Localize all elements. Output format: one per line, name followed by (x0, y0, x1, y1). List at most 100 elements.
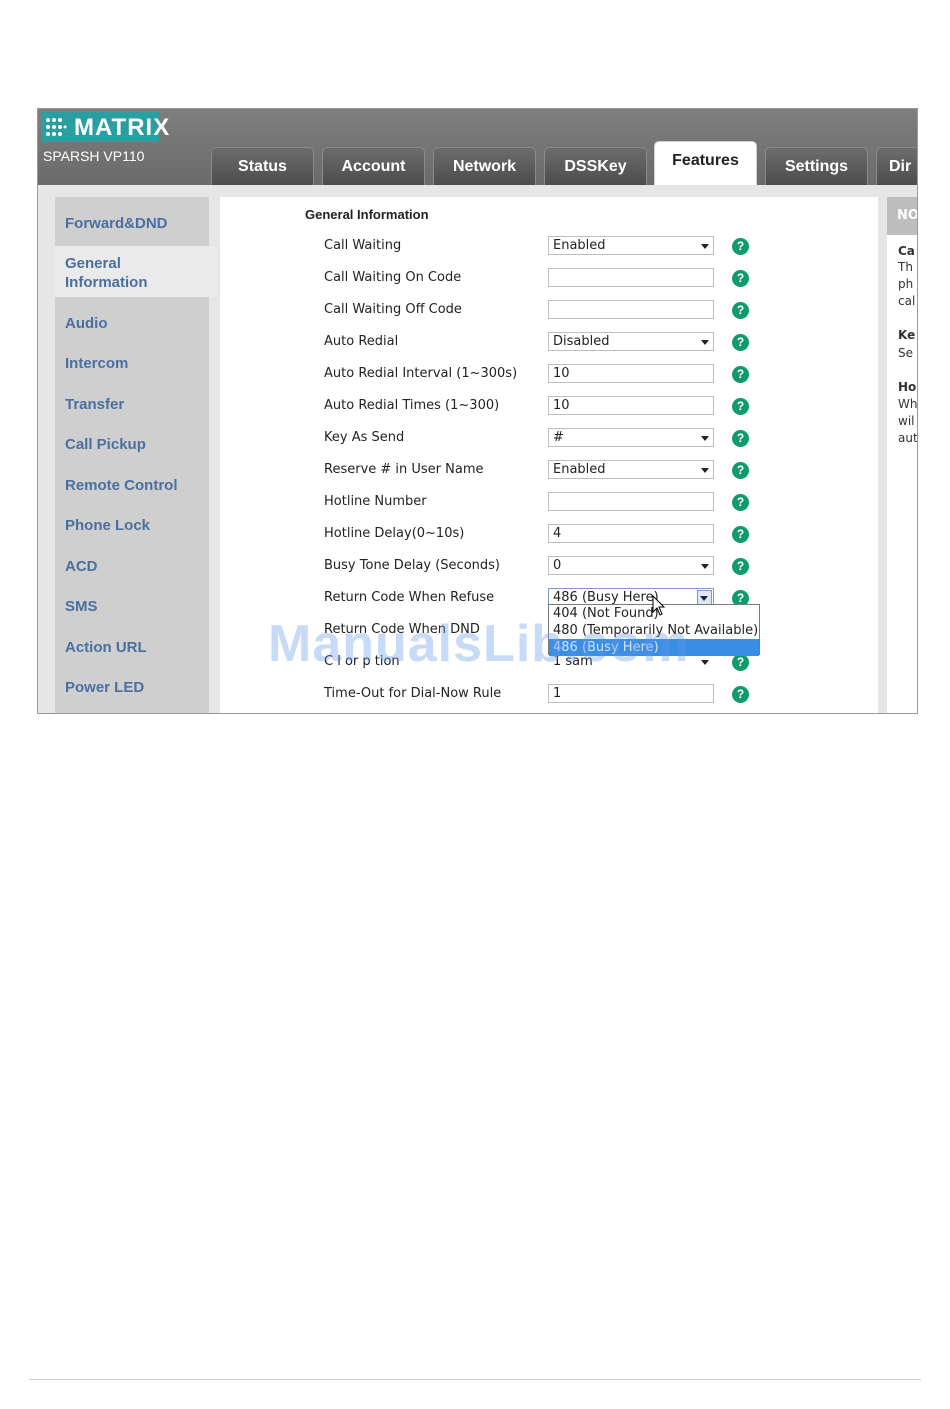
key-as-send-select[interactable]: # (548, 428, 714, 447)
note-text: Ke (898, 328, 916, 342)
auto-redial-select[interactable]: Disabled (548, 332, 714, 351)
dial-now-timeout-input[interactable]: 1 (548, 684, 714, 703)
watermark-text: ManualsLib.com (268, 615, 690, 673)
note-text: ph (898, 277, 914, 291)
auto-redial-times-input[interactable]: 10 (548, 396, 714, 415)
call-waiting-select[interactable]: Enabled (548, 236, 714, 255)
call-waiting-on-code-input[interactable] (548, 268, 714, 287)
tab-label: Network (452, 158, 517, 175)
sidebar-item-forward-dnd[interactable]: Forward&DND (65, 214, 168, 233)
sidebar-item-label-line2: Information (65, 274, 148, 291)
reserve-hash-select[interactable]: Enabled (548, 460, 714, 479)
mouse-pointer-icon (652, 595, 666, 616)
help-icon[interactable]: ? (732, 686, 749, 703)
note-text: aut (898, 431, 918, 445)
row-label: Time-Out for Dial-Now Rule (324, 686, 502, 701)
sidebar-item-sms[interactable]: SMS (65, 597, 98, 616)
row-label: Busy Tone Delay (Seconds) (324, 558, 500, 573)
row-label: Call Waiting Off Code (324, 302, 462, 317)
tab-label: Features (672, 152, 739, 169)
row-label: Call Waiting (324, 238, 402, 253)
tab-label: Settings (784, 158, 849, 175)
hotline-number-input[interactable] (548, 492, 714, 511)
sidebar-item-call-pickup[interactable]: Call Pickup (65, 435, 146, 454)
tab-label: Dir (889, 158, 912, 175)
row-label: Key As Send (324, 430, 405, 445)
logo-dots-icon (46, 118, 67, 136)
tab-label: DSSKey (564, 158, 627, 175)
chevron-down-icon (700, 596, 708, 601)
help-icon[interactable]: ? (732, 398, 749, 415)
help-icon[interactable]: ? (732, 270, 749, 287)
field-value: # (553, 430, 564, 445)
row-label: Auto Redial Times (1~300) (324, 398, 500, 413)
help-icon[interactable]: ? (732, 558, 749, 575)
note-text: Wh (898, 397, 918, 411)
chevron-down-icon (701, 244, 709, 249)
tab-directory[interactable]: Dir (876, 147, 917, 185)
note-text: Se (898, 346, 913, 360)
note-text: Ca (898, 244, 915, 258)
row-label: Auto Redial (324, 334, 399, 349)
note-text: Th (898, 260, 913, 274)
sidebar-item-phone-lock[interactable]: Phone Lock (65, 516, 150, 535)
tab-settings[interactable]: Settings (765, 147, 868, 185)
section-title: General Information (305, 207, 429, 222)
help-icon[interactable]: ? (732, 302, 749, 319)
tab-account[interactable]: Account (322, 147, 425, 185)
field-value: Enabled (553, 238, 606, 253)
tab-label: Account (341, 158, 406, 175)
field-value: Enabled (553, 462, 606, 477)
note-text: cal (898, 294, 916, 308)
sidebar-item-label: General (65, 255, 121, 272)
sidebar-item-action-url[interactable]: Action URL (65, 638, 147, 657)
chevron-down-icon (701, 436, 709, 441)
tab-dsskey[interactable]: DSSKey (544, 147, 647, 185)
sidebar-item-acd[interactable]: ACD (65, 557, 98, 576)
help-icon[interactable]: ? (732, 430, 749, 447)
note-header: NO (887, 197, 917, 235)
tab-label: Status (238, 158, 287, 175)
chevron-down-icon (701, 564, 709, 569)
row-label: Return Code When Refuse (324, 590, 495, 605)
field-value: 0 (553, 558, 562, 573)
logo-text: MATRIX (74, 114, 171, 141)
model-name: SPARSH VP110 (43, 148, 145, 164)
hotline-delay-input[interactable]: 4 (548, 524, 714, 543)
help-icon[interactable]: ? (732, 494, 749, 511)
help-icon[interactable]: ? (732, 366, 749, 383)
row-label: Hotline Delay(0~10s) (324, 526, 465, 541)
row-label: Reserve # in User Name (324, 462, 484, 477)
sidebar-item-audio[interactable]: Audio (65, 314, 108, 333)
note-panel: NO Ca Th ph cal Ke Se Ho Wh wil aut (887, 197, 918, 713)
call-waiting-off-code-input[interactable] (548, 300, 714, 319)
page-footer-rule (29, 1379, 921, 1380)
sidebar-item-general-information[interactable]: General Information (65, 254, 148, 292)
help-icon[interactable]: ? (732, 526, 749, 543)
busy-tone-delay-select[interactable]: 0 (548, 556, 714, 575)
help-icon[interactable]: ? (732, 238, 749, 255)
row-label: Call Waiting On Code (324, 270, 462, 285)
sidebar-item-power-led[interactable]: Power LED (65, 678, 144, 697)
chevron-down-icon (701, 340, 709, 345)
sidebar-item-transfer[interactable]: Transfer (65, 395, 124, 414)
note-text: wil (898, 414, 915, 428)
auto-redial-interval-input[interactable]: 10 (548, 364, 714, 383)
help-icon[interactable]: ? (732, 654, 749, 671)
web-ui-screenshot: MATRIX SPARSH VP110 Status Account Netwo… (37, 108, 918, 714)
tab-features[interactable]: Features (654, 141, 757, 185)
chevron-down-icon (701, 660, 709, 665)
header-bar: MATRIX SPARSH VP110 Status Account Netwo… (38, 109, 917, 185)
tab-network[interactable]: Network (433, 147, 536, 185)
field-value: Disabled (553, 334, 610, 349)
note-text: Ho (898, 380, 917, 394)
help-icon[interactable]: ? (732, 334, 749, 351)
row-label: Hotline Number (324, 494, 427, 509)
sidebar-item-intercom[interactable]: Intercom (65, 354, 128, 373)
matrix-logo: MATRIX (41, 112, 169, 142)
sidebar-item-remote-control[interactable]: Remote Control (65, 476, 178, 495)
tab-status[interactable]: Status (211, 147, 314, 185)
chevron-down-icon (701, 468, 709, 473)
help-icon[interactable]: ? (732, 462, 749, 479)
dropdown-button[interactable] (697, 590, 712, 605)
